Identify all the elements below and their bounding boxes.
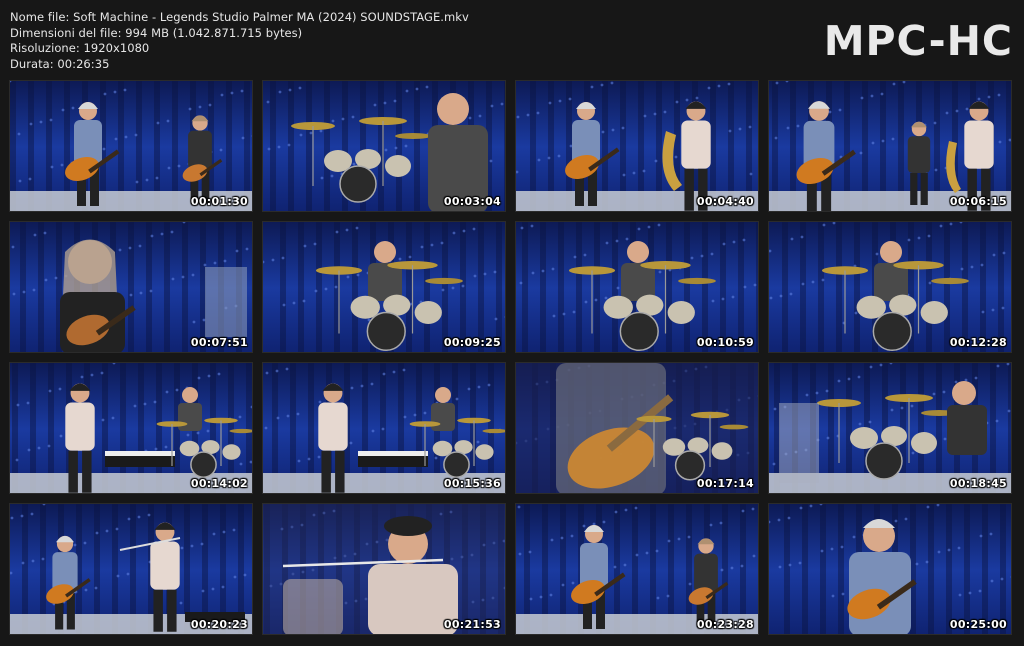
thumbnail-grid: 00:01:30 00:03:04 00:04:40 00:06:15 00:07:51… xyxy=(9,80,1015,635)
file-size: Dimensioni del file: 994 MB (1.042.871.7… xyxy=(10,25,303,40)
video-thumbnail: 00:14:02 xyxy=(9,362,253,494)
thumbnail-timestamp: 00:06:15 xyxy=(949,195,1007,208)
thumbnail-timestamp: 00:25:00 xyxy=(949,618,1007,631)
thumbnail-frame xyxy=(769,81,1011,211)
file-info: Nome file: Soft Machine - Legends Studio… xyxy=(10,10,469,72)
thumbnail-frame xyxy=(263,504,505,634)
video-thumbnail: 00:07:51 xyxy=(9,221,253,353)
video-thumbnail: 00:25:00 xyxy=(768,503,1012,635)
thumbnail-timestamp: 00:20:23 xyxy=(190,618,248,631)
video-thumbnail: 00:06:15 xyxy=(768,80,1012,212)
thumbnail-timestamp: 00:09:25 xyxy=(443,336,501,349)
thumbnail-timestamp: 00:23:28 xyxy=(696,618,754,631)
thumbnail-timestamp: 00:14:02 xyxy=(190,477,248,490)
video-thumbnail: 00:23:28 xyxy=(515,503,759,635)
thumbnail-frame xyxy=(769,363,1011,493)
thumbnail-timestamp: 00:03:04 xyxy=(443,195,501,208)
thumbnail-timestamp: 00:12:28 xyxy=(949,336,1007,349)
file-name: Nome file: Soft Machine - Legends Studio… xyxy=(10,10,469,24)
video-thumbnail: 00:12:28 xyxy=(768,221,1012,353)
thumbnail-frame xyxy=(10,81,252,211)
video-thumbnail: 00:18:45 xyxy=(768,362,1012,494)
thumbnail-timestamp: 00:18:45 xyxy=(949,477,1007,490)
thumbnail-frame xyxy=(10,504,252,634)
thumbnail-timestamp: 00:04:40 xyxy=(696,195,754,208)
thumbnail-frame xyxy=(263,222,505,352)
thumbnail-frame xyxy=(10,363,252,493)
thumbnail-frame xyxy=(516,222,758,352)
thumbnail-frame xyxy=(516,504,758,634)
thumbnail-timestamp: 00:21:53 xyxy=(443,618,501,631)
mpc-hc-logo: MPC-HC xyxy=(823,17,1013,65)
video-thumbnail: 00:04:40 xyxy=(515,80,759,212)
video-thumbnail: 00:01:30 xyxy=(9,80,253,212)
video-thumbnail: 00:17:14 xyxy=(515,362,759,494)
thumbnail-timestamp: 00:07:51 xyxy=(190,336,248,349)
thumbnail-frame xyxy=(769,222,1011,352)
video-thumbnail: 00:03:04 xyxy=(262,80,506,212)
video-thumbnail: 00:10:59 xyxy=(515,221,759,353)
thumbnail-timestamp: 00:17:14 xyxy=(696,477,754,490)
thumbnail-frame xyxy=(516,363,758,493)
video-thumbnail: 00:09:25 xyxy=(262,221,506,353)
resolution: Risoluzione: 1920x1080 xyxy=(10,41,150,55)
video-thumbnail: 00:15:36 xyxy=(262,362,506,494)
video-thumbnail: 00:20:23 xyxy=(9,503,253,635)
thumbnail-timestamp: 00:01:30 xyxy=(190,195,248,208)
thumbnail-frame xyxy=(769,504,1011,634)
thumbnail-frame xyxy=(263,363,505,493)
thumbnail-frame xyxy=(10,222,252,352)
thumbnail-frame xyxy=(263,81,505,211)
duration: Durata: 00:26:35 xyxy=(10,56,110,71)
thumbnail-timestamp: 00:10:59 xyxy=(696,336,754,349)
thumbnail-sheet: Nome file: Soft Machine - Legends Studio… xyxy=(0,0,1024,646)
thumbnail-frame xyxy=(516,81,758,211)
thumbnail-timestamp: 00:15:36 xyxy=(443,477,501,490)
video-thumbnail: 00:21:53 xyxy=(262,503,506,635)
